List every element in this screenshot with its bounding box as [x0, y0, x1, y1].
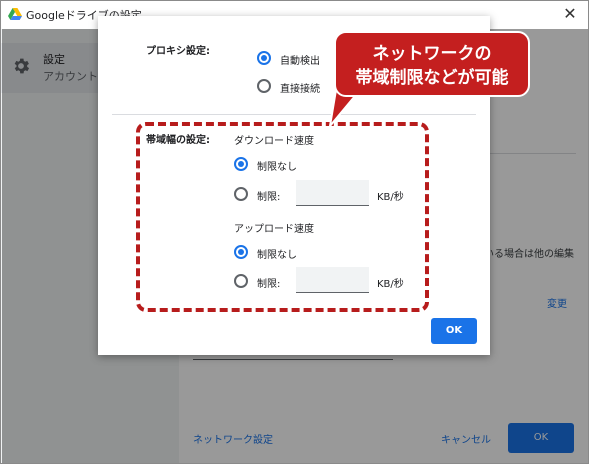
- proxy-auto-label: 自動検出: [280, 56, 320, 67]
- google-drive-logo-icon: [8, 8, 22, 20]
- callout-line: ネットワークの: [372, 44, 492, 64]
- callout-line: 帯域制限などが可能: [355, 68, 509, 88]
- proxy-direct-radio[interactable]: [257, 79, 271, 93]
- proxy-settings-label: プロキシ設定:: [146, 46, 210, 57]
- proxy-direct-label: 直接接続: [280, 84, 320, 95]
- proxy-auto-radio[interactable]: [257, 51, 271, 65]
- dialog-ok-button[interactable]: OK: [431, 318, 477, 344]
- close-icon[interactable]: ✕: [560, 4, 580, 24]
- highlight-dashed-box: [136, 122, 429, 312]
- annotation-callout: ネットワークの 帯域制限などが可能: [334, 31, 530, 97]
- divider: [112, 114, 476, 115]
